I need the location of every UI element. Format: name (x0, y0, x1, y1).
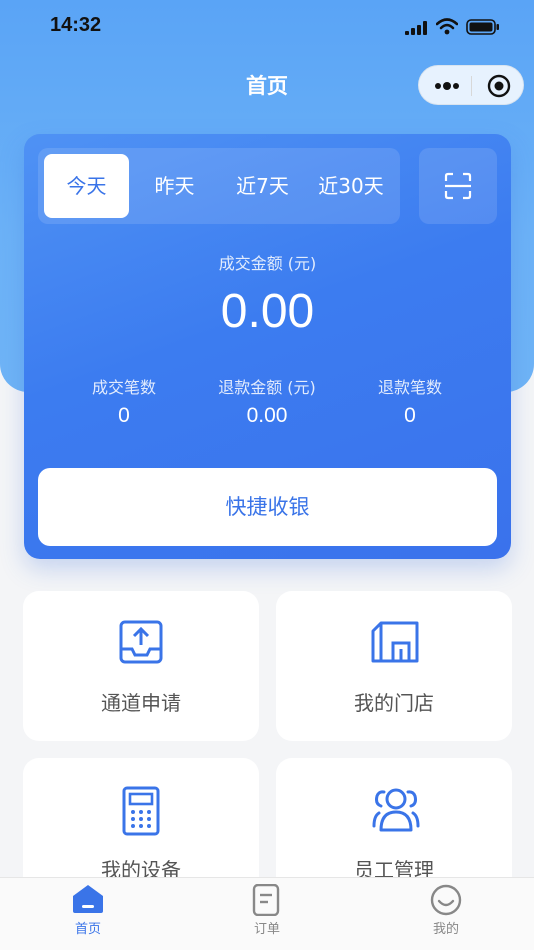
tab-today[interactable]: 今天 (44, 154, 129, 218)
wifi-icon (435, 18, 459, 39)
tile-label: 通道申请 (101, 691, 181, 715)
amount-value: 0.00 (220, 285, 315, 338)
status-time: 14:32 (50, 14, 102, 36)
status-bar: 14:32 (0, 0, 534, 56)
tile-my-store[interactable]: 我的门店 (276, 591, 512, 741)
stat-order-count: 成交笔数 0 (44, 374, 204, 428)
tabbar-label: 订单 (253, 922, 280, 937)
amount-label: 成交金额 (元) (218, 254, 317, 273)
summary-card: 今天 昨天 近7天 近30天 成交金额 (元) 0.00 成交笔数 0 退款金额… (24, 134, 511, 559)
capsule-divider (471, 76, 472, 96)
quick-cashier-button[interactable]: 快捷收银 (38, 468, 497, 546)
stat-refund-amount: 退款金额 (元) 0.00 (187, 374, 347, 428)
tab-last-7-days[interactable]: 近7天 (220, 154, 305, 218)
close-target-icon[interactable] (487, 74, 511, 102)
stat-value: 0.00 (246, 404, 288, 427)
tabbar-label: 首页 (74, 922, 101, 937)
battery-icon (466, 19, 500, 39)
more-icon[interactable] (433, 78, 461, 98)
stat-value: 0 (404, 404, 416, 427)
signal-icon (405, 20, 429, 39)
period-tabs: 今天 昨天 近7天 近30天 (38, 148, 400, 224)
tabbar-label: 我的 (432, 922, 459, 937)
stat-label: 成交笔数 (91, 378, 156, 397)
tabbar-orders[interactable]: 订单 (207, 878, 327, 950)
tab-last-30-days[interactable]: 近30天 (306, 154, 396, 218)
tabbar-profile[interactable]: 我的 (386, 878, 506, 950)
tabbar-home[interactable]: 首页 (28, 878, 148, 950)
stat-label: 退款笔数 (377, 378, 442, 397)
stat-value: 0 (118, 404, 130, 427)
stat-refund-count: 退款笔数 0 (330, 374, 490, 428)
bottom-tab-bar: 首页 订单 我的 (0, 877, 534, 950)
tab-yesterday[interactable]: 昨天 (132, 154, 217, 218)
stat-label: 退款金额 (元) (218, 378, 316, 397)
tile-channel-apply[interactable]: 通道申请 (23, 591, 259, 741)
mini-program-capsule (418, 65, 524, 105)
scan-button[interactable] (419, 148, 497, 224)
tile-label: 我的门店 (354, 691, 434, 715)
